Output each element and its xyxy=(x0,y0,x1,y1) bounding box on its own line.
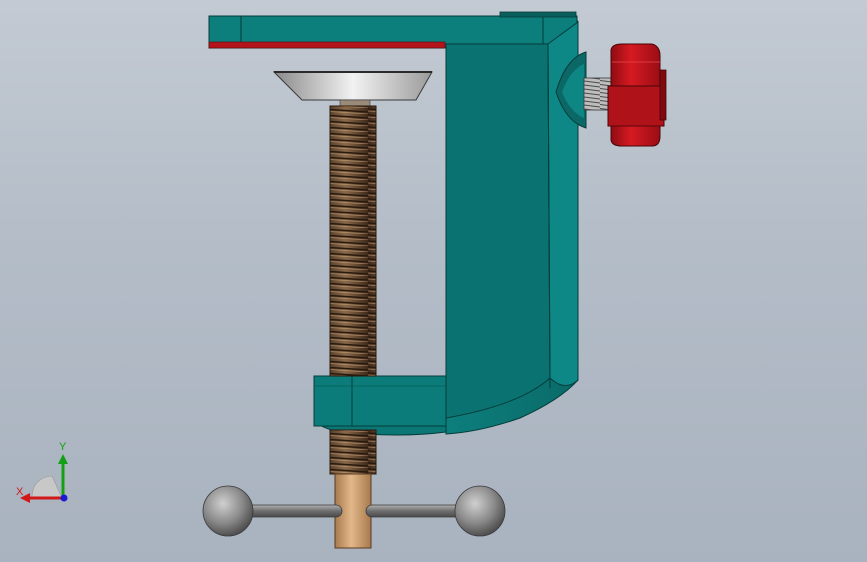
z-axis-dot xyxy=(60,494,68,502)
y-axis-arrowhead xyxy=(58,454,68,464)
handle-ball-right[interactable] xyxy=(454,485,506,537)
y-axis-label: Y xyxy=(59,441,67,453)
triad-plane xyxy=(31,475,63,499)
handle-ball-left[interactable] xyxy=(202,485,254,537)
graphics-viewport[interactable]: X Y xyxy=(0,0,867,562)
x-axis-label: X xyxy=(16,486,24,498)
clamp-model[interactable] xyxy=(0,0,867,562)
pressure-pad[interactable] xyxy=(272,71,433,109)
orientation-triad[interactable]: X Y xyxy=(10,440,80,510)
locking-knob[interactable] xyxy=(583,43,667,147)
